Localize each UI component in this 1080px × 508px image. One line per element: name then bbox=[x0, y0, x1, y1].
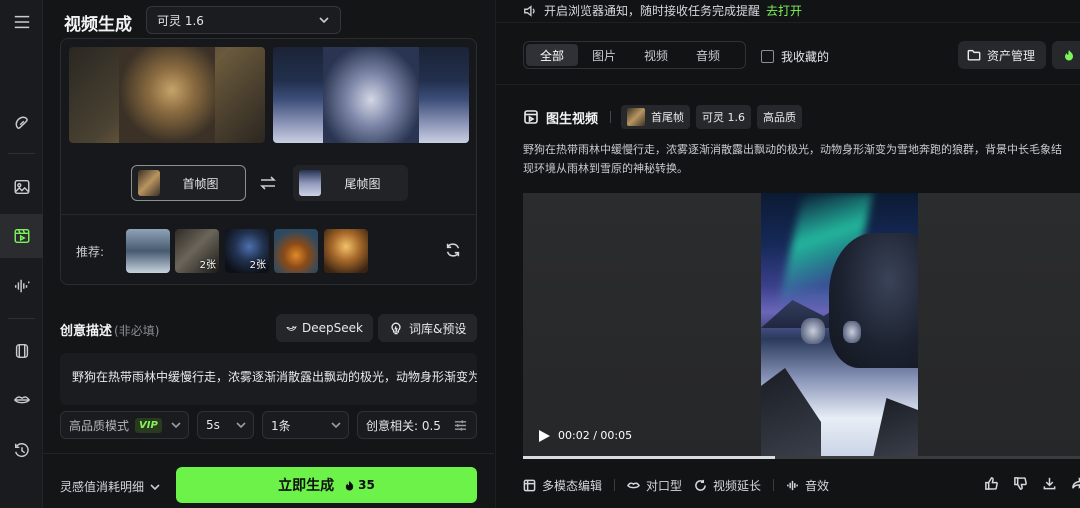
tab-images[interactable]: 图片 bbox=[578, 44, 630, 66]
video-task-icon bbox=[523, 109, 539, 125]
task-tag-first-last-frame: 首尾帧 bbox=[621, 105, 691, 129]
asset-management-button[interactable]: 资产管理 bbox=[958, 41, 1046, 69]
task-type: 图生视频 bbox=[546, 111, 599, 127]
frame-upload-card: 首帧图 尾帧图 推荐: 2张 2张 bbox=[60, 38, 477, 285]
chevron-down-icon bbox=[318, 14, 330, 26]
results-area: 开启浏览器通知，随时接收任务完成提醒 去打开 全部 图片 视频 音频 我收藏的 … bbox=[495, 0, 1080, 508]
multimodal-edit-button[interactable]: 多模态编辑 bbox=[523, 477, 602, 494]
description-text: 野狗在热带雨林中缓慢行走，浓雾逐渐消散露出飘动的极光，动物身形渐变为 bbox=[72, 370, 477, 384]
sound-effect-button[interactable]: 音效 bbox=[786, 477, 829, 494]
folder-icon bbox=[967, 49, 981, 61]
cost-detail-link[interactable]: 灵感值消耗明细 bbox=[60, 478, 161, 495]
video-gen-icon[interactable] bbox=[0, 214, 43, 258]
generate-button[interactable]: 立即生成 35 bbox=[176, 467, 477, 503]
history-icon[interactable] bbox=[0, 428, 43, 472]
checkbox-box bbox=[761, 50, 774, 63]
recommend-item[interactable] bbox=[126, 229, 170, 273]
recommend-label: 推荐: bbox=[76, 245, 105, 259]
left-icon-rail bbox=[0, 0, 43, 508]
chevron-down-icon bbox=[150, 483, 160, 490]
chevron-down-icon bbox=[170, 419, 182, 431]
share-icon[interactable] bbox=[1071, 476, 1080, 491]
task-header: 图生视频 首尾帧 可灵 1.6 高品质 bbox=[523, 105, 808, 129]
notification-text: 开启浏览器通知，随时接收任务完成提醒 bbox=[544, 4, 761, 18]
download-icon[interactable] bbox=[1042, 476, 1057, 491]
play-icon[interactable] bbox=[537, 429, 551, 443]
video-player[interactable]: 00:02 / 00:05 bbox=[523, 193, 1080, 458]
favorites-checkbox[interactable]: 我收藏的 bbox=[761, 48, 829, 65]
page-title: 视频生成 bbox=[64, 15, 132, 35]
duration-select[interactable]: 5s bbox=[197, 411, 254, 439]
first-frame-button[interactable]: 首帧图 bbox=[131, 165, 246, 201]
last-frame-button[interactable]: 尾帧图 bbox=[293, 165, 408, 201]
task-prompt: 野狗在热带雨林中缓慢行走，浓雾逐渐消散露出飘动的极光，动物身形渐变为雪地奔跑的狼… bbox=[523, 143, 1062, 175]
tab-all[interactable]: 全部 bbox=[526, 44, 579, 66]
task-tag-thumb bbox=[627, 108, 646, 126]
recommend-item[interactable]: 2张 bbox=[175, 229, 219, 273]
description-title: 创意描述 (非必填) bbox=[60, 324, 160, 339]
filter-tabs: 全部 图片 视频 音频 bbox=[523, 41, 746, 69]
audio-gen-icon[interactable] bbox=[0, 264, 43, 308]
recommend-item[interactable]: 2张 bbox=[225, 229, 269, 273]
result-actions: 多模态编辑 对口型 视频延长 音效 bbox=[523, 475, 841, 495]
thumbs-up-icon[interactable] bbox=[984, 476, 999, 491]
canvas-icon[interactable] bbox=[0, 329, 43, 373]
flame-icon bbox=[345, 480, 354, 491]
image-gen-icon[interactable] bbox=[0, 165, 43, 209]
first-frame-mini-thumb bbox=[138, 170, 160, 196]
lips-icon bbox=[627, 481, 640, 488]
sliders-icon bbox=[454, 420, 467, 431]
extend-icon bbox=[695, 479, 706, 491]
relevance-setting[interactable]: 创意相关: 0.5 bbox=[357, 411, 477, 439]
video-frame bbox=[761, 193, 918, 458]
audio-wave-icon bbox=[787, 480, 798, 490]
flame-icon bbox=[1065, 50, 1073, 61]
model-select-value: 可灵 1.6 bbox=[157, 13, 204, 28]
video-progress-fill bbox=[523, 456, 775, 459]
refresh-icon[interactable] bbox=[444, 241, 462, 259]
lips-icon[interactable] bbox=[0, 378, 43, 422]
points-button[interactable] bbox=[1052, 41, 1080, 69]
quality-mode-select[interactable]: 高品质模式 VIP bbox=[60, 411, 189, 439]
count-select[interactable]: 1条 bbox=[262, 411, 349, 439]
lexicon-preset-button[interactable]: 词库&预设 bbox=[378, 314, 477, 342]
feedback-icons bbox=[984, 476, 1080, 491]
generation-panel: 视频生成 可灵 1.6 首帧图 尾帧图 推荐: 2张 2张 创意描述(非必填) bbox=[43, 0, 494, 508]
image-count-badge: 2张 bbox=[249, 260, 266, 271]
first-frame-label: 首帧图 bbox=[182, 176, 219, 191]
task-tag-quality: 高品质 bbox=[757, 105, 803, 129]
model-select[interactable]: 可灵 1.6 bbox=[146, 6, 341, 34]
last-frame-mini-thumb bbox=[299, 170, 321, 196]
deepseek-whale-icon bbox=[286, 325, 297, 331]
first-frame-preview[interactable] bbox=[69, 47, 265, 143]
image-count-badge: 2张 bbox=[199, 260, 216, 271]
optional-hint: (非必填) bbox=[114, 324, 160, 338]
enable-notification-link[interactable]: 去打开 bbox=[766, 2, 802, 19]
lip-sync-button[interactable]: 对口型 bbox=[627, 477, 682, 494]
video-extend-button[interactable]: 视频延长 bbox=[694, 477, 761, 494]
generate-cost: 35 bbox=[344, 478, 375, 492]
vip-badge: VIP bbox=[135, 417, 162, 433]
edit-frame-icon bbox=[523, 479, 536, 491]
notification-bar: 开启浏览器通知，随时接收任务完成提醒 去打开 bbox=[523, 2, 802, 19]
recommend-item[interactable] bbox=[274, 229, 318, 273]
chevron-down-icon bbox=[330, 419, 342, 431]
deepseek-button[interactable]: DeepSeek bbox=[276, 314, 373, 342]
thumbs-down-icon[interactable] bbox=[1013, 476, 1028, 491]
swap-frames-icon[interactable] bbox=[258, 173, 278, 193]
last-frame-label: 尾帧图 bbox=[344, 176, 381, 191]
chevron-down-icon bbox=[235, 419, 247, 431]
speaker-icon bbox=[524, 4, 535, 17]
video-progress-bar[interactable] bbox=[523, 456, 1080, 459]
bulb-icon bbox=[391, 322, 401, 335]
tab-videos[interactable]: 视频 bbox=[630, 44, 682, 66]
last-frame-preview[interactable] bbox=[273, 47, 469, 143]
task-tag-model: 可灵 1.6 bbox=[696, 105, 752, 129]
video-time: 00:02 / 00:05 bbox=[558, 429, 633, 442]
recommend-item[interactable] bbox=[324, 229, 368, 273]
tab-audio[interactable]: 音频 bbox=[682, 44, 734, 66]
explore-icon[interactable] bbox=[0, 101, 43, 145]
description-input[interactable]: 野狗在热带雨林中缓慢行走，浓雾逐渐消散露出飘动的极光，动物身形渐变为 bbox=[60, 353, 477, 405]
menu-icon[interactable] bbox=[0, 0, 43, 44]
